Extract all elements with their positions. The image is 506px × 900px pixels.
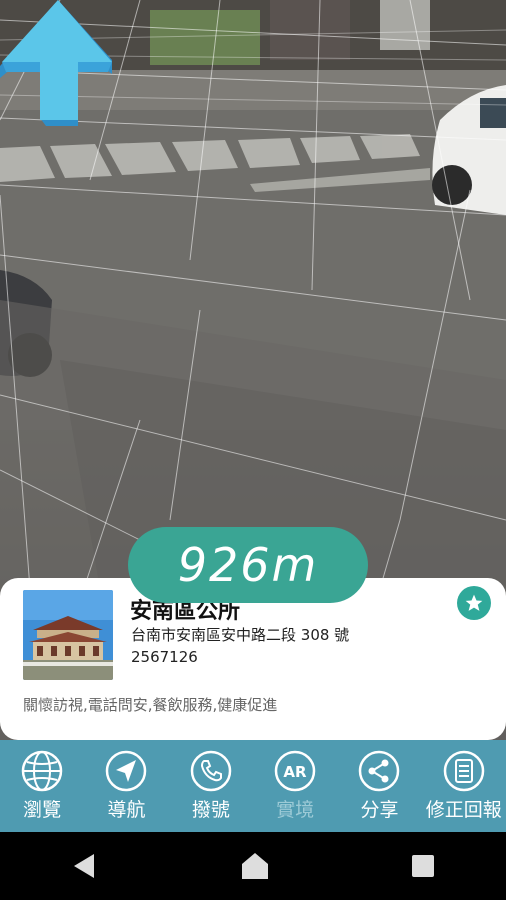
share-icon bbox=[359, 750, 400, 792]
favorite-button[interactable] bbox=[457, 586, 491, 620]
dial-label: 撥號 bbox=[191, 799, 230, 821]
ar-icon: AR bbox=[274, 750, 316, 792]
back-icon[interactable] bbox=[70, 851, 100, 881]
browse-label: 瀏覽 bbox=[23, 799, 62, 821]
globe-icon bbox=[21, 750, 63, 792]
report-icon bbox=[443, 750, 485, 792]
ar-button[interactable]: AR 實境 bbox=[253, 740, 337, 832]
report-label: 修正回報 bbox=[425, 799, 502, 821]
distance-value: 926m bbox=[177, 538, 319, 592]
direction-arrow-icon bbox=[0, 0, 112, 126]
place-services: 關懷訪視,電話問安,餐飲服務,健康促進 bbox=[23, 696, 278, 714]
report-button[interactable]: 修正回報 bbox=[422, 740, 506, 832]
ar-icon-text: AR bbox=[284, 763, 308, 781]
ar-label: 實境 bbox=[276, 799, 315, 821]
share-button[interactable]: 分享 bbox=[337, 740, 421, 832]
android-nav-bar bbox=[0, 832, 506, 900]
navigate-label: 導航 bbox=[107, 799, 146, 821]
recents-icon[interactable] bbox=[410, 853, 436, 879]
share-label: 分享 bbox=[360, 799, 399, 821]
place-name: 安南區公所 bbox=[130, 599, 241, 624]
place-photo bbox=[23, 590, 113, 680]
browse-button[interactable]: 瀏覽 bbox=[0, 740, 84, 832]
phone-icon bbox=[190, 750, 232, 792]
star-icon bbox=[465, 594, 483, 611]
bottom-toolbar: 瀏覽 導航 撥號 AR 實境 分享 修正回報 bbox=[0, 740, 506, 832]
home-icon[interactable] bbox=[239, 850, 271, 882]
navigate-button[interactable]: 導航 bbox=[84, 740, 168, 832]
navigation-arrow-icon bbox=[106, 750, 147, 792]
dial-button[interactable]: 撥號 bbox=[169, 740, 253, 832]
place-phone: 2567126 bbox=[131, 648, 198, 666]
place-address: 台南市安南區安中路二段 308 號 bbox=[131, 626, 350, 644]
distance-indicator: 926m bbox=[128, 527, 368, 603]
